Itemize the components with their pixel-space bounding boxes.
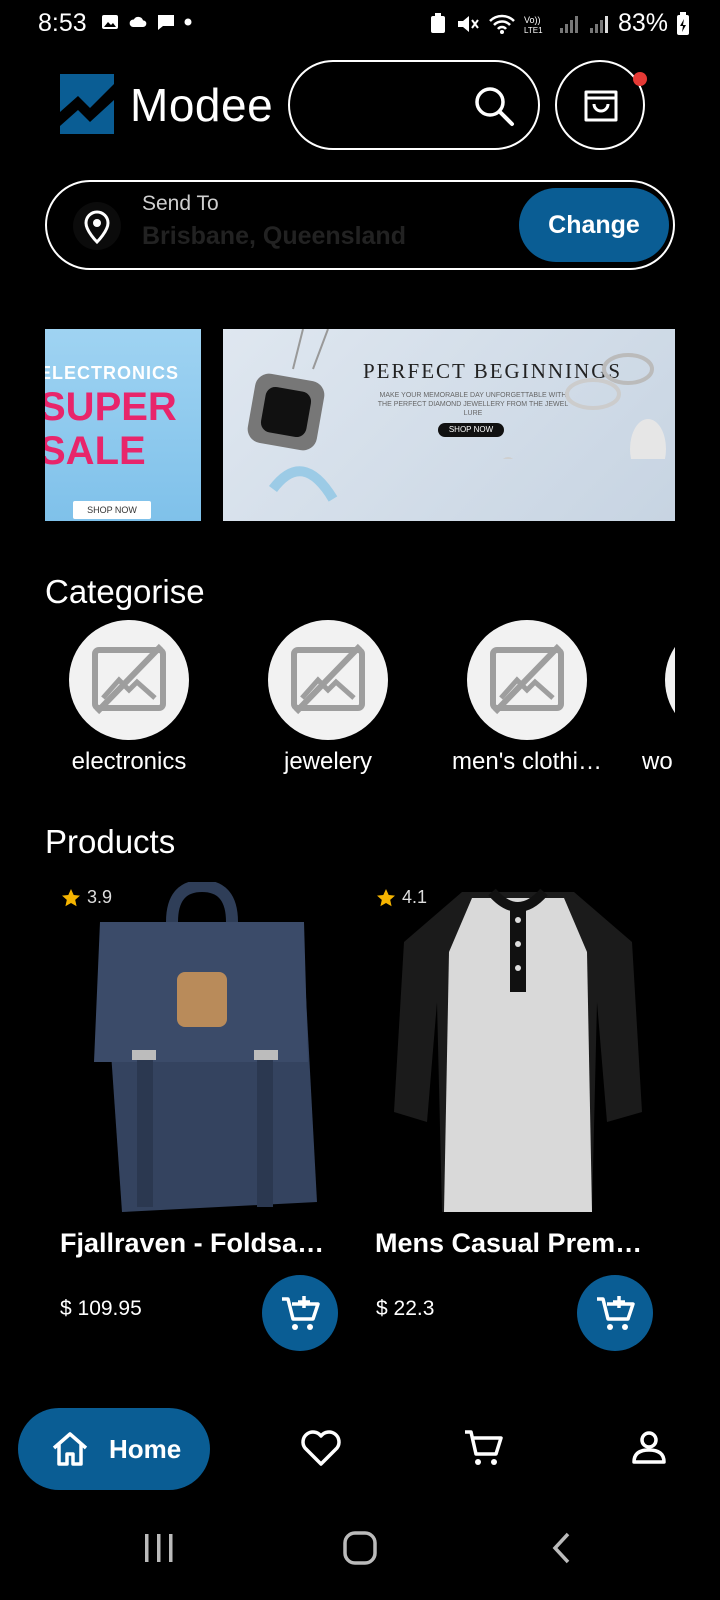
category-image bbox=[268, 620, 388, 740]
banner-jewellery[interactable]: PERFECT BEGINNINGS MAKE YOUR MEMORABLE D… bbox=[223, 329, 675, 521]
banner-line3: SALE bbox=[45, 429, 146, 473]
search-input[interactable] bbox=[288, 60, 540, 150]
category-label: electronics bbox=[71, 748, 187, 775]
category-image bbox=[69, 620, 189, 740]
location-pin-icon bbox=[84, 210, 110, 244]
signal-icon bbox=[559, 15, 578, 33]
image-placeholder-icon bbox=[92, 643, 166, 715]
nav-home[interactable]: Home bbox=[18, 1408, 210, 1490]
add-cart-icon bbox=[282, 1296, 320, 1330]
back-icon[interactable] bbox=[548, 1530, 576, 1566]
shirt-image bbox=[394, 888, 642, 1212]
category-label: wo bbox=[642, 748, 673, 775]
product-title: Mens Casual Prem… bbox=[375, 1228, 643, 1258]
bag-button[interactable] bbox=[555, 60, 647, 150]
necklace-image bbox=[247, 329, 338, 502]
location-pin bbox=[73, 202, 121, 250]
product-price: $ 22.3 bbox=[376, 1297, 435, 1320]
delivery-location-bar: Send To Brisbane, Queensland Change bbox=[45, 180, 675, 270]
category-image bbox=[467, 620, 587, 740]
banner-electronics-sale[interactable]: ELECTRONICS SUPER SALE SHOP NOW bbox=[45, 329, 201, 521]
recent-apps-icon[interactable] bbox=[142, 1530, 176, 1566]
category-item[interactable]: wo bbox=[640, 620, 675, 780]
system-indicators: Vo)) LTE1 83% bbox=[428, 9, 690, 38]
product-price: $ 109.95 bbox=[60, 1297, 142, 1320]
category-item[interactable]: electronics bbox=[39, 620, 219, 776]
category-label: men's clothi… bbox=[452, 748, 602, 775]
send-to-value: Brisbane, Queensland bbox=[142, 222, 406, 250]
categories-title: Categorise bbox=[45, 573, 205, 610]
home-system-icon[interactable] bbox=[342, 1530, 378, 1566]
image-placeholder-icon bbox=[291, 643, 365, 715]
heart-icon[interactable] bbox=[300, 1428, 342, 1468]
send-to-label: Send To bbox=[142, 192, 219, 215]
banner-shop-now[interactable]: SHOP NOW bbox=[73, 501, 151, 519]
nav-home-label: Home bbox=[109, 1434, 182, 1464]
cart-icon[interactable] bbox=[463, 1428, 505, 1468]
category-item[interactable]: jewelery bbox=[238, 620, 418, 776]
mute-icon bbox=[457, 15, 479, 32]
notification-badge bbox=[633, 72, 647, 86]
star-icon bbox=[62, 888, 80, 906]
search-icon[interactable] bbox=[472, 84, 516, 128]
volte-icon: Vo))LTE1 bbox=[524, 15, 543, 35]
add-cart-icon bbox=[597, 1296, 635, 1330]
notification-icons bbox=[100, 12, 192, 32]
products-title: Products bbox=[45, 823, 176, 860]
modee-logo bbox=[60, 74, 114, 134]
change-location-button[interactable]: Change bbox=[519, 188, 669, 262]
battery-saver-icon bbox=[430, 12, 445, 33]
cloud-icon bbox=[129, 16, 147, 27]
app-brand: Modee bbox=[130, 79, 274, 131]
shopping-bag-icon bbox=[584, 90, 618, 122]
profile-icon[interactable] bbox=[629, 1428, 669, 1468]
category-label: jewelery bbox=[283, 748, 373, 775]
category-image bbox=[665, 620, 675, 740]
banner-line1: ELECTRONICS bbox=[45, 363, 180, 383]
wifi-icon bbox=[489, 14, 515, 34]
svg-text:Vo)): Vo)) bbox=[524, 15, 541, 25]
rings-image bbox=[503, 353, 666, 459]
status-bar: 8:53 Vo)) LTE1 83% bbox=[0, 0, 720, 46]
battery-icon bbox=[677, 11, 689, 35]
product-title: Fjallraven - Foldsa… bbox=[60, 1228, 325, 1258]
backpack-image bbox=[94, 882, 317, 1212]
dot-icon bbox=[184, 18, 192, 26]
signal-icon-2 bbox=[589, 15, 608, 33]
add-to-cart-button[interactable] bbox=[577, 1275, 653, 1351]
message-icon bbox=[158, 15, 174, 30]
home-icon bbox=[52, 1432, 88, 1466]
svg-text:LTE1: LTE1 bbox=[524, 26, 543, 35]
battery-percent: 83% bbox=[617, 9, 668, 37]
status-time: 8:53 bbox=[38, 9, 87, 37]
image-placeholder-icon bbox=[490, 643, 564, 715]
category-item[interactable]: men's clothi… bbox=[437, 620, 617, 776]
banner-line2: SUPER bbox=[45, 385, 177, 429]
add-to-cart-button[interactable] bbox=[262, 1275, 338, 1351]
image-icon bbox=[102, 15, 118, 29]
